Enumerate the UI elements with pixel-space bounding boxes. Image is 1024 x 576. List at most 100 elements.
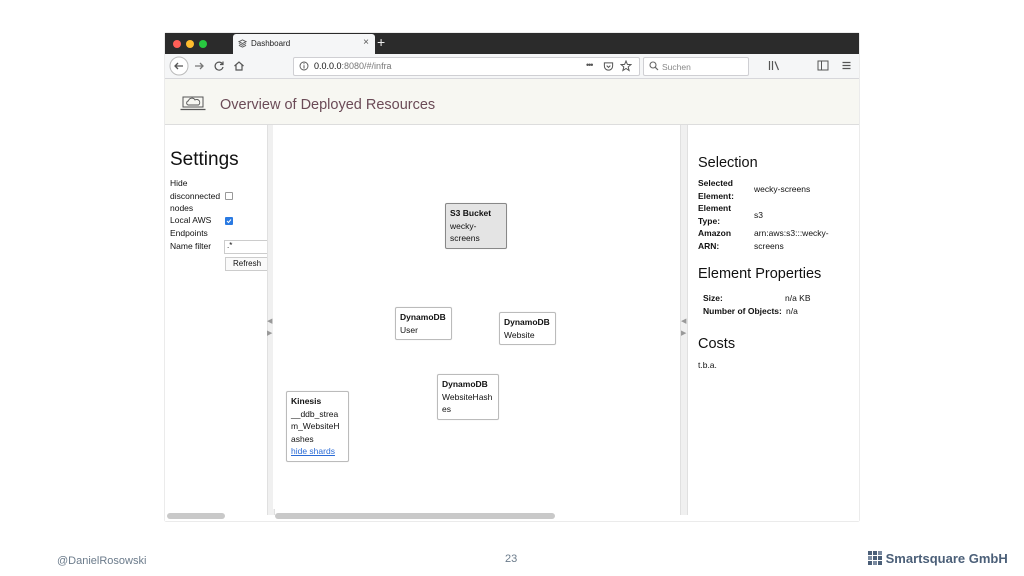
node-line: m_WebsiteH [291,421,340,431]
node-line: screens [450,233,480,243]
element-type-label-2: Type: [698,215,721,226]
expand-right-arrow-icon[interactable]: ▶ [681,329,686,337]
url-path: :8080/#/infra [341,61,392,71]
size-label: Size: [703,293,723,303]
hide-disconnected-line-2: disconnected [170,190,221,201]
node-dynamodb-website[interactable]: DynamoDB Website [499,312,556,345]
amazon-arn-value-1: arn:aws:s3:::wecky- [754,228,829,238]
new-tab-button[interactable]: + [377,34,385,50]
selection-heading: Selection [698,155,758,171]
details-panel: Selection Selected Element: wecky-screen… [688,125,859,509]
company-name: Smartsquare GmbH [885,551,1008,566]
element-type-value: s3 [754,210,763,220]
checkmark-icon [226,219,232,224]
infrastructure-canvas[interactable]: S3 Bucket wecky- screens DynamoDB User D… [273,125,672,509]
node-title: Kinesis [291,396,322,406]
smartsquare-logo-icon [868,551,882,565]
url-host: 0.0.0.0 [314,61,342,71]
author-handle: @DanielRosowski [57,555,147,567]
name-filter-label: Name filter [170,241,212,251]
node-line: es [442,404,451,414]
page-title: Overview of Deployed Resources [220,97,436,113]
page-actions-icon[interactable]: ••• [586,60,594,70]
hide-disconnected-checkbox[interactable] [225,192,233,200]
objects-label: Number of Objects: [703,306,782,316]
tab-title: Dashboard [251,39,291,48]
node-line: __ddb_strea [291,408,339,419]
sidebar-icon[interactable] [817,60,829,71]
amazon-arn-label-2: ARN: [698,240,720,251]
maximize-window-button[interactable] [199,40,207,48]
node-line: ashes [291,433,314,444]
cloud-laptop-icon [180,96,206,111]
size-value: n/a KB [785,293,811,303]
tab-close-icon[interactable]: × [363,37,369,48]
costs-heading: Costs [698,336,736,352]
selected-element-value: wecky-screens [754,184,811,194]
close-window-button[interactable] [173,40,181,48]
settings-heading: Settings [170,149,239,170]
left-panel-scrollbar[interactable] [167,513,225,519]
expand-left-arrow-icon[interactable]: ▶ [267,329,272,337]
node-dynamodb-user[interactable]: DynamoDB User [395,307,452,340]
title-bar: Dashboard × + [165,33,859,54]
collapse-right-arrow-icon[interactable]: ◀ [681,317,686,325]
search-icon [649,61,659,71]
reload-icon[interactable] [213,60,225,72]
search-bar[interactable]: Suchen [643,57,749,76]
menu-icon[interactable] [841,60,852,71]
selected-element-label-1: Selected [698,178,733,188]
page-header: Overview of Deployed Resources [165,79,859,125]
company-logo: Smartsquare GmbH [868,551,1008,566]
selected-element-label: Selected Element: [698,177,734,202]
layers-icon [238,39,247,48]
home-icon[interactable] [233,60,245,72]
node-line: wecky- [450,220,477,231]
node-title: S3 Bucket [450,208,492,218]
canvas-scrollbar[interactable] [275,513,555,519]
amazon-arn-label-1: Amazon [698,228,732,238]
info-icon[interactable] [299,61,309,71]
tab-dashboard[interactable]: Dashboard × [233,34,375,54]
hide-disconnected-label: Hide disconnected nodes [170,177,220,215]
local-aws-endpoints-checkbox[interactable] [225,217,233,225]
element-properties-heading: Element Properties [698,266,822,282]
minimize-window-button[interactable] [186,40,194,48]
node-kinesis[interactable]: Kinesis __ddb_strea m_WebsiteH ashes hid… [286,391,349,462]
local-aws-line-2: Endpoints [170,227,208,238]
refresh-button[interactable]: Refresh [225,257,269,271]
forward-button[interactable] [193,60,205,72]
search-placeholder: Suchen [662,62,691,72]
name-filter-input[interactable]: .* [224,240,269,254]
back-button[interactable] [169,56,189,76]
settings-panel: Settings Hide disconnected nodes Local A… [165,125,269,509]
pocket-icon[interactable] [603,61,614,72]
url-text: 0.0.0.0:8080/#/infra [314,61,392,71]
library-icon[interactable] [768,60,780,71]
hide-disconnected-line-1: Hide [170,178,188,188]
element-type-label-1: Element [698,203,732,213]
url-bar[interactable]: 0.0.0.0:8080/#/infra ••• [293,57,640,76]
local-aws-label: Local AWS Endpoints [170,214,211,239]
node-line: Website [504,329,535,340]
objects-value: n/a [786,306,798,316]
local-aws-line-1: Local AWS [170,215,212,225]
hide-disconnected-line-3: nodes [170,203,194,213]
node-s3-bucket[interactable]: S3 Bucket wecky- screens [445,203,507,249]
element-type-label: Element Type: [698,202,731,227]
amazon-arn-label: Amazon ARN: [698,227,731,252]
navigation-bar: 0.0.0.0:8080/#/infra ••• Suchen [165,54,859,79]
node-dynamodb-websitehashes[interactable]: DynamoDB WebsiteHash es [437,374,499,420]
bookmark-star-icon[interactable] [620,60,632,72]
node-line: WebsiteHash [442,391,493,402]
collapse-left-arrow-icon[interactable]: ◀ [267,317,272,325]
node-title: DynamoDB [400,312,446,322]
amazon-arn-value: arn:aws:s3:::wecky- screens [754,227,829,252]
node-title: DynamoDB [504,317,550,327]
costs-value: t.b.a. [698,360,717,370]
hide-shards-link[interactable]: hide shards [291,446,335,456]
browser-window: Dashboard × + 0.0.0.0:8080/#/infra ••• S… [165,33,859,521]
node-line: User [400,324,418,335]
node-title: DynamoDB [442,379,488,389]
selected-element-label-2: Element: [698,190,734,201]
